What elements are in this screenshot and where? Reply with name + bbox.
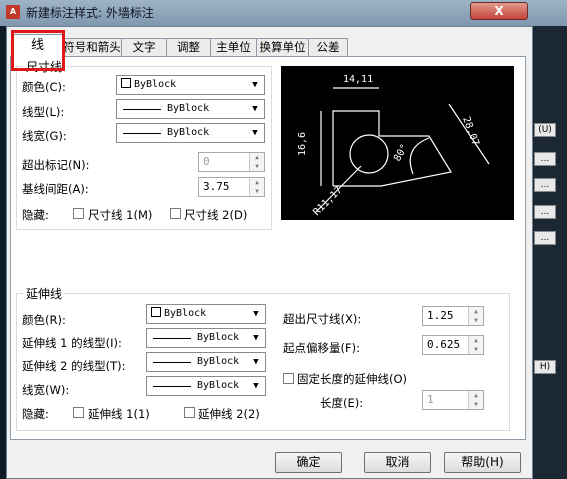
length-input[interactable]: 1 ▲ ▼ [422, 390, 484, 410]
dim-linetype-select[interactable]: ByBlock ▼ [116, 99, 265, 119]
dropdown-arrow-icon: ▼ [253, 357, 259, 367]
ext-lineweight-value: ByBlock [197, 380, 240, 391]
suppress-ext-line-1-checkbox[interactable] [73, 407, 84, 418]
ext-color-select[interactable]: ByBlock ▼ [146, 304, 266, 324]
suppress-dim-line-2-checkbox[interactable] [170, 208, 181, 219]
extend-beyond-label: 超出尺寸线(X): [283, 312, 362, 326]
line-sample [123, 109, 161, 110]
line-sample [153, 386, 191, 387]
line-sample [153, 338, 191, 339]
baseline-spacing-value: 3.75 [203, 180, 230, 193]
suppress-ext-line-2-checkbox[interactable] [184, 407, 195, 418]
preview-image: 14,11 16,6 28,07 80° R11,17 [281, 66, 514, 220]
dropdown-arrow-icon: ▼ [252, 104, 258, 114]
tab-primary-units[interactable]: 主单位 [210, 38, 257, 56]
baseline-spacing-label: 基线间距(A): [22, 182, 89, 196]
preview-drawing: 14,11 16,6 28,07 80° R11,17 [297, 74, 490, 218]
spinner-arrows-icon[interactable]: ▲ ▼ [468, 391, 483, 409]
preview-dim-angle: 80° [392, 142, 411, 163]
dim-lineweight-select[interactable]: ByBlock ▼ [116, 123, 265, 143]
dim-linetype-label: 线型(L): [22, 105, 65, 119]
dim-suppress-label: 隐藏: [22, 208, 49, 222]
spinner-arrows-icon[interactable]: ▲ ▼ [468, 307, 483, 325]
ext-color-value: ByBlock [164, 308, 207, 319]
dim-color-value: ByBlock [134, 79, 177, 90]
preview-circle [349, 134, 389, 174]
background-button: ... [534, 231, 556, 245]
color-swatch [151, 307, 161, 317]
background-button: ... [534, 152, 556, 166]
ext2-linetype-select[interactable]: ByBlock ▼ [146, 352, 266, 372]
preview-angle-arc [409, 137, 430, 175]
spinner-arrows-icon[interactable]: ▲ ▼ [468, 336, 483, 354]
cancel-button[interactable]: 取消 [364, 452, 431, 473]
offset-origin-input[interactable]: 0.625 ▲ ▼ [422, 335, 484, 355]
suppress-dim-line-1-label: 尺寸线 1(M) [88, 208, 153, 222]
extend-beyond-input[interactable]: 1.25 ▲ ▼ [422, 306, 484, 326]
length-value: 1 [427, 393, 434, 406]
window-title: 新建标注样式: 外墙标注 [26, 6, 154, 20]
ext-suppress-label: 隐藏: [22, 407, 49, 421]
length-label: 长度(E): [320, 396, 364, 410]
extend-ticks-label: 超出标记(N): [22, 158, 90, 172]
tab-text[interactable]: 文字 [121, 38, 167, 56]
suppress-ext-line-1-label: 延伸线 1(1) [88, 407, 150, 421]
extend-ticks-input[interactable]: 0 ▲ ▼ [198, 152, 265, 172]
help-button[interactable]: 帮助(H) [444, 452, 521, 473]
ext2-linetype-label: 延伸线 2 的线型(T): [22, 359, 126, 373]
background-application [533, 26, 567, 479]
dim-color-label: 颜色(C): [22, 80, 66, 94]
dropdown-arrow-icon: ▼ [253, 381, 259, 391]
preview-dim-left: 16,6 [297, 132, 308, 156]
app-icon: A [6, 5, 20, 19]
dropdown-arrow-icon: ▼ [253, 309, 259, 319]
fixed-length-label: 固定长度的延伸线(O) [297, 372, 408, 386]
line-sample [123, 133, 161, 134]
ext-color-label: 颜色(R): [22, 313, 66, 327]
extend-ticks-value: 0 [203, 155, 210, 168]
background-button: (U) [534, 123, 556, 137]
dropdown-arrow-icon: ▼ [252, 128, 258, 138]
spinner-arrows-icon[interactable]: ▲ ▼ [249, 178, 264, 196]
suppress-dim-line-1-checkbox[interactable] [73, 208, 84, 219]
ext1-linetype-label: 延伸线 1 的线型(I): [22, 336, 122, 350]
suppress-dim-line-2-label: 尺寸线 2(D) [184, 208, 248, 222]
color-swatch [121, 78, 131, 88]
background-button: H) [534, 360, 556, 374]
dim-lineweight-label: 线宽(G): [22, 129, 67, 143]
dim-lineweight-value: ByBlock [167, 127, 210, 138]
dropdown-arrow-icon: ▼ [252, 80, 258, 90]
background-button: ... [534, 178, 556, 192]
ext-lineweight-select[interactable]: ByBlock ▼ [146, 376, 266, 396]
line-sample [153, 362, 191, 363]
tab-highlight-box [11, 30, 65, 71]
preview-dim-radius: R11,17 [311, 185, 344, 218]
tab-fit[interactable]: 调整 [166, 38, 211, 56]
dropdown-arrow-icon: ▼ [253, 333, 259, 343]
extend-beyond-value: 1.25 [427, 309, 454, 322]
tab-symbols-arrows[interactable]: 符号和箭头 [62, 38, 122, 56]
dim-linetype-value: ByBlock [167, 103, 210, 114]
dim-color-select[interactable]: ByBlock ▼ [116, 75, 265, 95]
preview-dim-top: 14,11 [343, 74, 373, 85]
ext1-linetype-value: ByBlock [197, 332, 240, 343]
offset-origin-value: 0.625 [427, 338, 461, 351]
tab-tolerances[interactable]: 公差 [308, 38, 348, 56]
background-button: ... [534, 205, 556, 219]
baseline-spacing-input[interactable]: 3.75 ▲ ▼ [198, 177, 265, 197]
ext2-linetype-value: ByBlock [197, 356, 240, 367]
ext1-linetype-select[interactable]: ByBlock ▼ [146, 328, 266, 348]
fixed-length-checkbox[interactable] [283, 373, 294, 384]
ok-button[interactable]: 确定 [275, 452, 342, 473]
offset-origin-label: 起点偏移量(F): [283, 341, 360, 355]
ext-lineweight-label: 线宽(W): [22, 383, 70, 397]
spinner-arrows-icon[interactable]: ▲ ▼ [249, 153, 264, 171]
close-button[interactable]: X [470, 2, 528, 20]
tab-alternate-units[interactable]: 换算单位 [256, 38, 309, 56]
suppress-ext-line-2-label: 延伸线 2(2) [198, 407, 260, 421]
preview-dim-right: 28,07 [460, 115, 481, 147]
extension-lines-group-title: 延伸线 [24, 285, 65, 302]
